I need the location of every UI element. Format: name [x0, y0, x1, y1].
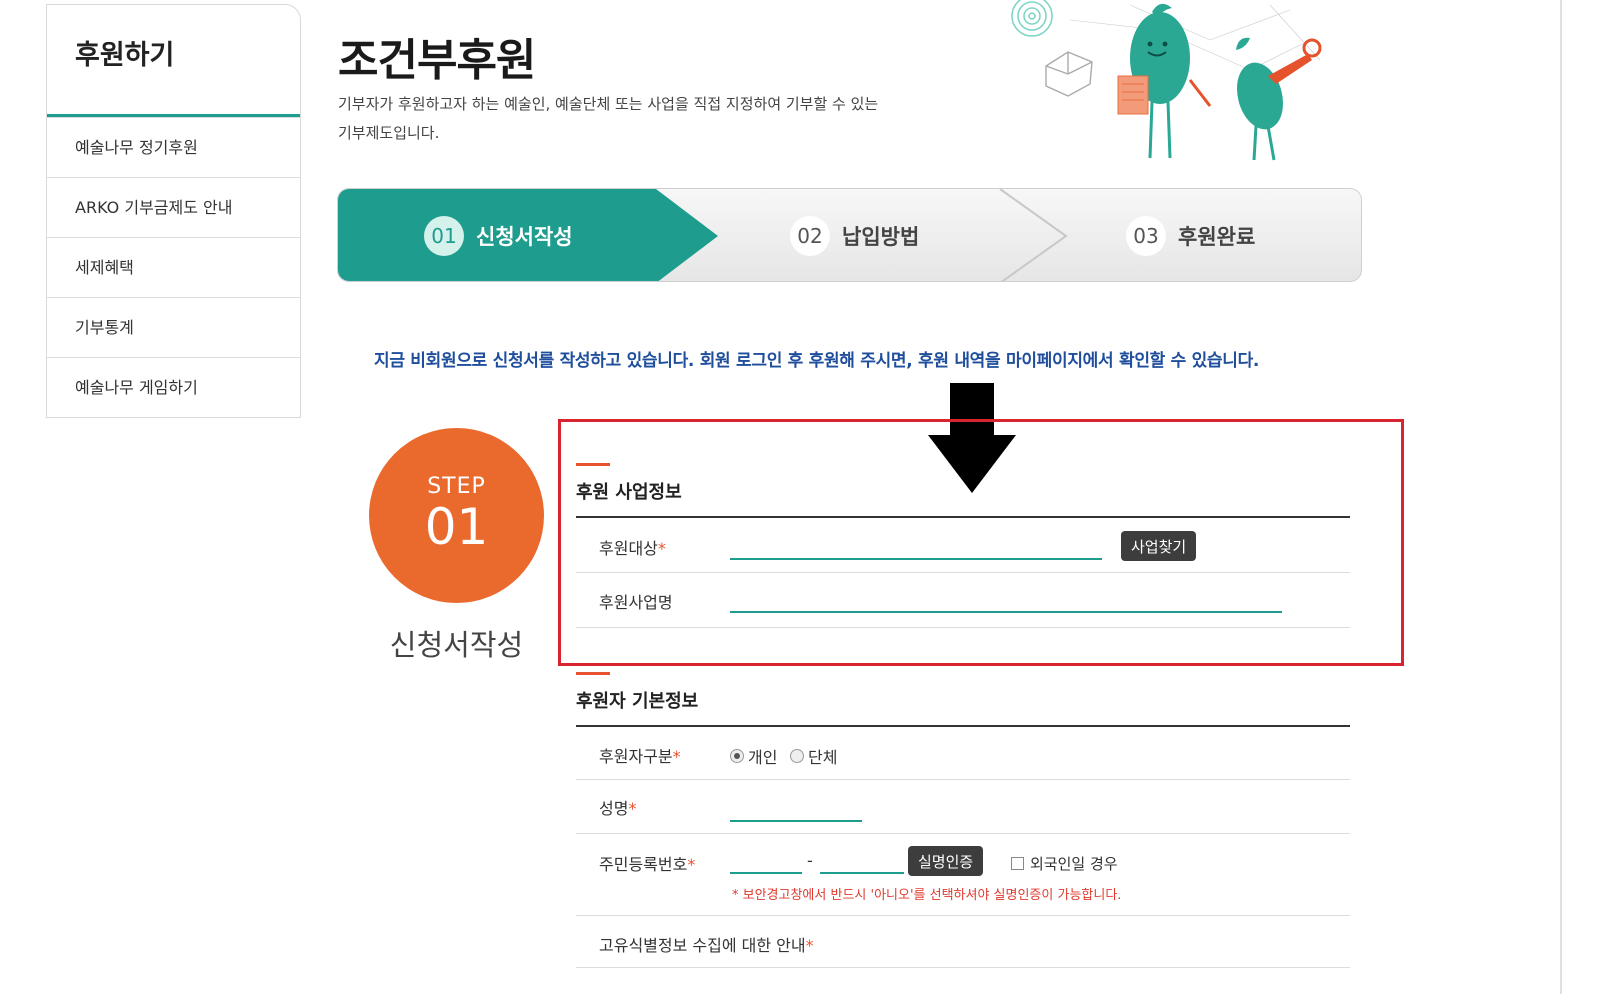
project-name-input[interactable] — [730, 591, 1282, 613]
find-project-button[interactable]: 사업찾기 — [1121, 531, 1197, 561]
row-unique-id-guide: 고유식별정보 수집에 대한 안내* — [576, 916, 1350, 968]
donor-type-individual-label: 개인 — [748, 748, 778, 767]
checkbox-icon — [1011, 857, 1024, 870]
sidebar-item-regular-donation[interactable]: 예술나무 정기후원 — [47, 117, 300, 177]
name-label-text: 성명 — [599, 799, 629, 818]
resident-number-back-input[interactable] — [820, 852, 904, 874]
unique-id-guide-label-text: 고유식별정보 수집에 대한 안내 — [599, 936, 806, 955]
sidebar-title: 후원하기 — [47, 5, 300, 117]
project-name-label: 후원사업명 — [599, 593, 673, 612]
sidebar-item-tax-benefits[interactable]: 세제혜택 — [47, 237, 300, 297]
row-resident-number: 주민등록번호* - 실명인증 외국인일 경우 * 보안경고창에서 반드시 '아니… — [576, 834, 1350, 916]
page-description-line-2: 기부제도입니다. — [338, 124, 440, 142]
required-marker: * — [672, 747, 681, 766]
sponsor-project-section: 후원 사업정보 후원대상* 사업찾기 후원사업명 — [576, 463, 1350, 628]
donor-type-label: 후원자구분* — [599, 743, 681, 767]
security-warning-text: * 보안경고창에서 반드시 '아니오'를 선택하셔야 실명인증이 가능합니다. — [732, 888, 1122, 903]
resident-number-label-text: 주민등록번호 — [599, 855, 688, 874]
progress-steps: 01 신청서작성 02 납입방법 03 후원완료 — [337, 188, 1362, 282]
row-project-name: 후원사업명 — [576, 573, 1350, 628]
guest-notice: 지금 비회원으로 신청서를 작성하고 있습니다. 회원 로그인 후 후원해 주시… — [374, 351, 1260, 371]
step-2-payment-method: 02 납입방법 — [790, 216, 920, 256]
row-name: 성명* — [576, 780, 1350, 834]
resident-number-dash: - — [807, 851, 813, 870]
step-2-number: 02 — [790, 216, 830, 256]
required-marker: * — [657, 539, 666, 558]
step-3-label: 후원완료 — [1178, 225, 1256, 249]
row-donor-type: 후원자구분* 개인 단체 — [576, 727, 1350, 780]
resident-number-front-input[interactable] — [730, 852, 802, 874]
page-scroll-edge — [1560, 0, 1562, 994]
step-caption: 신청서작성 — [389, 628, 524, 662]
sidebar-item-art-tree-game[interactable]: 예술나무 게임하기 — [47, 357, 300, 417]
row-sponsor-target: 후원대상* 사업찾기 — [576, 518, 1350, 573]
page-title: 조건부후원 — [338, 35, 536, 86]
step-3-number: 03 — [1126, 216, 1166, 256]
section-accent — [576, 672, 610, 675]
donor-type-group-label: 단체 — [808, 748, 838, 767]
mascot-with-trumpet-icon — [1236, 37, 1322, 161]
name-label: 성명* — [599, 795, 636, 819]
required-marker: * — [628, 799, 637, 818]
section-title-sponsor-project: 후원 사업정보 — [576, 482, 682, 503]
section-title-donor-info: 후원자 기본정보 — [576, 691, 699, 712]
step-2-label: 납입방법 — [842, 225, 920, 249]
step-1-number: 01 — [424, 216, 464, 256]
donor-type-individual-radio[interactable]: 개인 — [730, 744, 777, 768]
art-tree-mascot-illustration — [1011, 0, 1322, 161]
radio-unselected-icon — [790, 749, 804, 763]
section-accent — [576, 463, 610, 466]
required-marker: * — [687, 855, 696, 874]
sponsor-target-label-text: 후원대상 — [599, 539, 658, 558]
name-input[interactable] — [730, 800, 862, 822]
donor-type-label-text: 후원자구분 — [599, 747, 673, 766]
sidebar-item-arko-donation-guide[interactable]: ARKO 기부금제도 안내 — [47, 177, 300, 237]
sponsor-target-input[interactable] — [730, 538, 1102, 560]
spiral-icon — [1011, 0, 1053, 37]
radio-selected-icon — [730, 749, 744, 763]
step-1-label: 신청서작성 — [476, 225, 573, 249]
sponsor-target-label: 후원대상* — [599, 535, 666, 559]
foreigner-checkbox[interactable]: 외국인일 경우 — [1011, 853, 1118, 874]
page-description: 기부자가 후원하고자 하는 예술인, 예술단체 또는 사업을 직접 지정하여 기… — [338, 90, 998, 148]
real-name-verify-button[interactable]: 실명인증 — [908, 846, 984, 876]
unique-id-guide-label: 고유식별정보 수집에 대한 안내* — [599, 932, 814, 956]
step-badge-label: STEP — [427, 474, 486, 499]
resident-number-label: 주민등록번호* — [599, 851, 695, 875]
step-badge: STEP 01 — [369, 428, 544, 603]
foreigner-checkbox-label: 외국인일 경우 — [1030, 855, 1118, 873]
required-marker: * — [805, 936, 814, 955]
cube-outline-icon — [1045, 51, 1093, 97]
step-3-complete: 03 후원완료 — [1126, 216, 1256, 256]
donor-info-section: 후원자 기본정보 후원자구분* 개인 단체 성명* 주민등록번호* - 실명인증… — [576, 672, 1350, 968]
sidebar-item-donation-stats[interactable]: 기부통계 — [47, 297, 300, 357]
step-badge-number: 01 — [424, 498, 489, 556]
step-1-application: 01 신청서작성 — [424, 216, 573, 256]
page-description-line-1: 기부자가 후원하고자 하는 예술인, 예술단체 또는 사업을 직접 지정하여 기… — [338, 95, 879, 113]
donor-type-group-radio[interactable]: 단체 — [790, 744, 837, 768]
sidebar: 후원하기 예술나무 정기후원 ARKO 기부금제도 안내 세제혜택 기부통계 예… — [46, 4, 301, 418]
